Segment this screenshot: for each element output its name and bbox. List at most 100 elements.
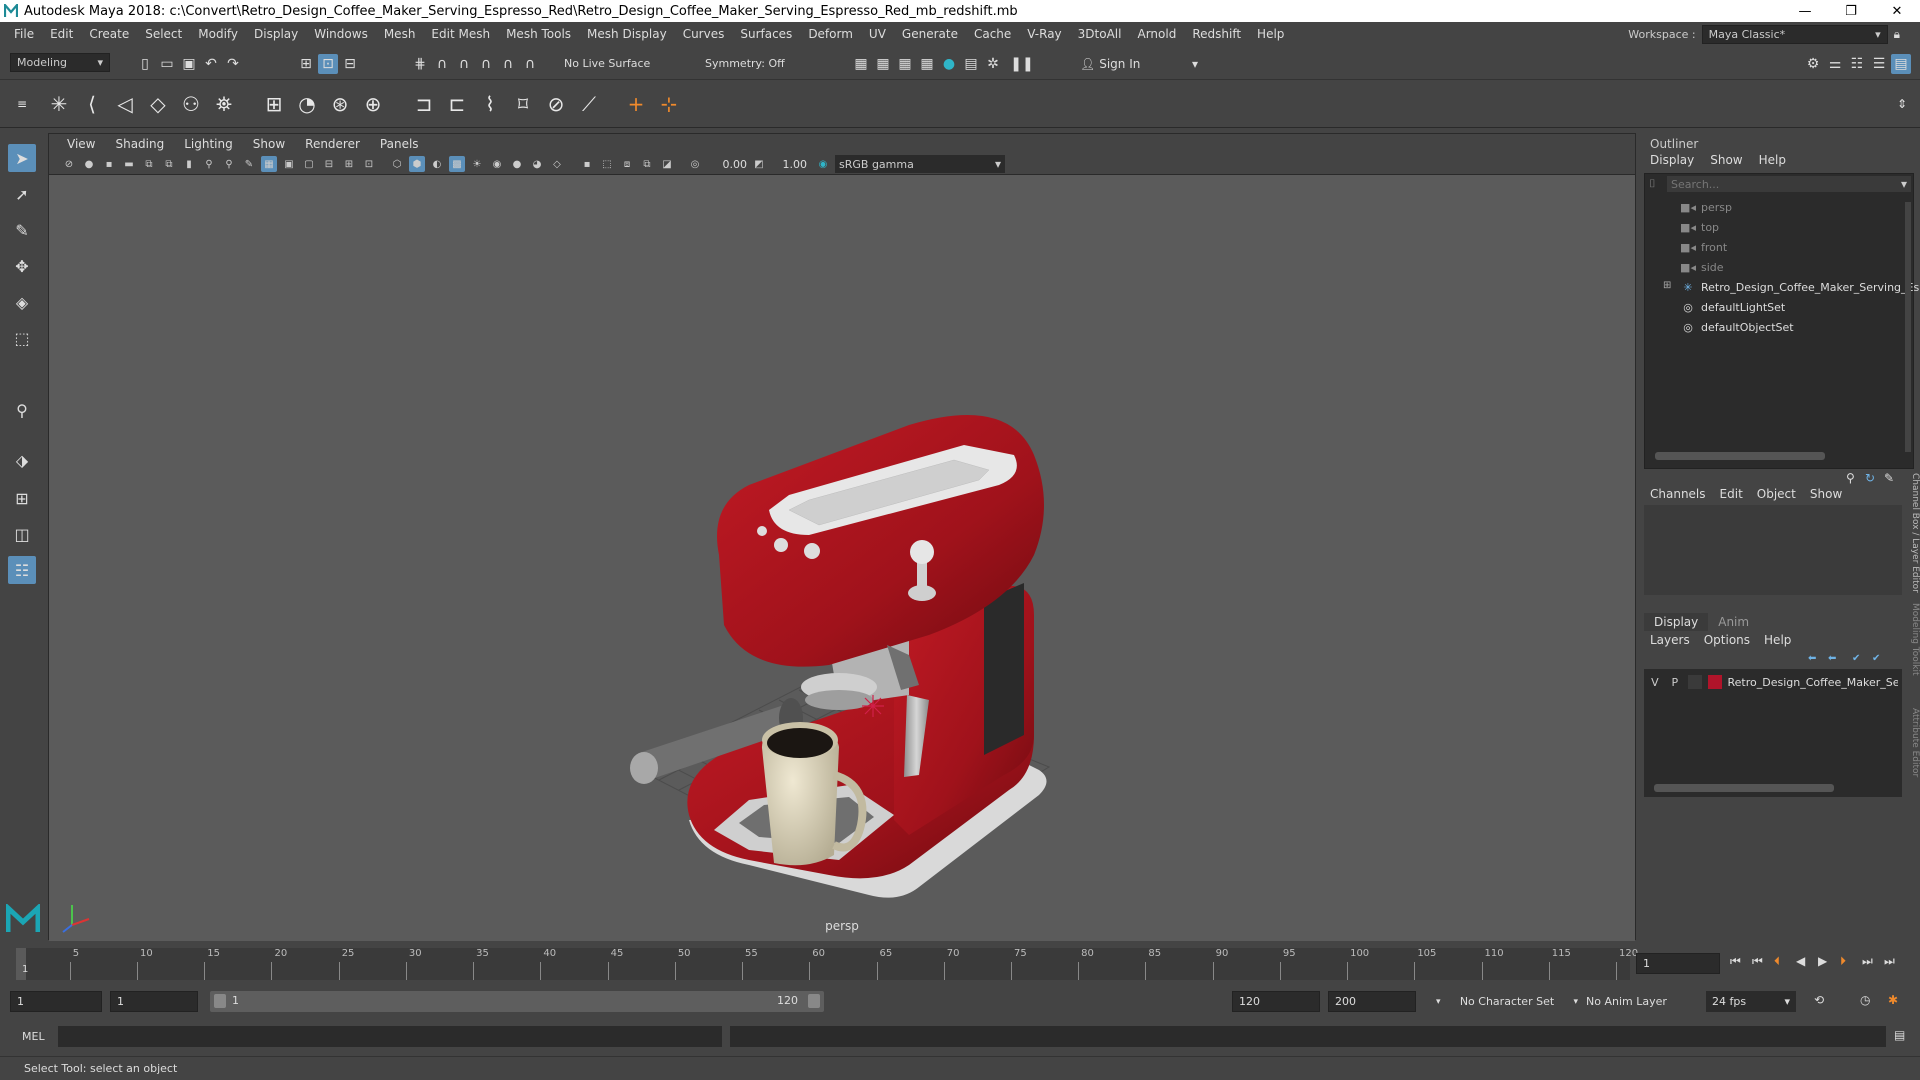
layer-h-scrollbar[interactable]: [1654, 784, 1834, 792]
menu-help[interactable]: Help: [1249, 27, 1292, 41]
menu-edit-mesh[interactable]: Edit Mesh: [423, 27, 498, 41]
select-tool-icon[interactable]: ➤: [8, 144, 36, 172]
snap-view-icon[interactable]: ∩: [476, 54, 496, 74]
exposure-icon[interactable]: ◎: [687, 156, 703, 172]
menu-surfaces[interactable]: Surfaces: [732, 27, 800, 41]
snap-curve-icon[interactable]: ∩: [432, 54, 452, 74]
animation-end-field[interactable]: 200: [1328, 991, 1416, 1012]
range-end-handle[interactable]: [808, 994, 820, 1008]
minimize-button[interactable]: —: [1782, 0, 1828, 22]
tool-settings-toggle-icon[interactable]: ☷: [1847, 54, 1867, 74]
step-forward-key-icon[interactable]: ⏭: [1862, 954, 1873, 969]
viewport-menu-shading[interactable]: Shading: [105, 137, 174, 151]
cylindrical-map-icon[interactable]: ⌇: [476, 90, 504, 118]
spherical-map-icon[interactable]: ⌑: [509, 90, 537, 118]
mode-dropdown[interactable]: Modeling ▾: [10, 53, 110, 72]
uv-editor-icon[interactable]: ⊐: [410, 90, 438, 118]
select-object-icon[interactable]: ⊡: [318, 54, 338, 74]
snap-point-icon[interactable]: ∩: [454, 54, 474, 74]
shadows-icon[interactable]: ⊡: [361, 156, 377, 172]
snap-pivot-icon[interactable]: ∩: [520, 54, 540, 74]
gamma-icon[interactable]: ◩: [751, 156, 767, 172]
channel-menu-edit[interactable]: Edit: [1720, 487, 1743, 501]
freeze-transform-icon[interactable]: ⊹: [655, 90, 683, 118]
channel-refresh-icon[interactable]: ↻: [1865, 471, 1875, 485]
save-scene-icon[interactable]: ▣: [179, 54, 199, 74]
shelf-scroll-icon[interactable]: ⇕: [1888, 90, 1916, 118]
menu-vray[interactable]: V-Ray: [1019, 27, 1069, 41]
ssao-toggle-icon[interactable]: ▪: [579, 156, 595, 172]
undo-icon[interactable]: ↶: [201, 54, 221, 74]
outliner-layout-icon[interactable]: ☷: [8, 556, 36, 584]
menu-curves[interactable]: Curves: [675, 27, 733, 41]
outliner-item[interactable]: ■◂ front: [1680, 238, 1727, 256]
two-view-icon[interactable]: ◫: [8, 520, 36, 548]
render-view-icon[interactable]: ▤: [961, 54, 981, 74]
side-tab-modeling-toolkit[interactable]: Modeling Toolkit: [1906, 603, 1920, 693]
viewport-menu-panels[interactable]: Panels: [370, 137, 429, 151]
menu-mesh-tools[interactable]: Mesh Tools: [498, 27, 579, 41]
attribute-editor-toggle-icon[interactable]: ⚌: [1825, 54, 1845, 74]
outliner-v-scrollbar[interactable]: [1905, 202, 1911, 452]
smooth-icon[interactable]: ⊞: [260, 90, 288, 118]
outliner-search-input[interactable]: [1671, 177, 1871, 191]
menu-mesh[interactable]: Mesh: [376, 27, 424, 41]
viewport-menu-view[interactable]: View: [57, 137, 105, 151]
redshift-render-icon[interactable]: ✲: [983, 54, 1003, 74]
screen-space-ao-icon[interactable]: ☀: [469, 156, 485, 172]
two-d-pan-icon[interactable]: ⧉: [141, 156, 157, 172]
play-forwards-icon[interactable]: ▶: [1818, 954, 1827, 968]
range-start-handle[interactable]: [214, 994, 226, 1008]
modeling-toolkit-toggle-icon[interactable]: ⚙: [1803, 54, 1823, 74]
layers-menu-help[interactable]: Help: [1764, 633, 1791, 647]
resolution-gate-icon[interactable]: ⚲: [221, 156, 237, 172]
workspace-dropdown[interactable]: Maya Classic* ▾: [1701, 24, 1888, 44]
menu-mesh-display[interactable]: Mesh Display: [579, 27, 675, 41]
combine-icon[interactable]: ◔: [293, 90, 321, 118]
layers-tab-display[interactable]: Display: [1644, 613, 1709, 631]
menu-windows[interactable]: Windows: [306, 27, 376, 41]
frame-selected-icon[interactable]: ⧉: [639, 156, 655, 172]
sign-in-dropdown[interactable]: 👤︎ Sign In ▾: [1080, 54, 1198, 73]
isolate-select-icon[interactable]: ⬡: [389, 156, 405, 172]
move-layer-up-icon[interactable]: ⬅: [1808, 653, 1816, 664]
layers-menu-layers[interactable]: Layers: [1650, 633, 1690, 647]
go-to-start-icon[interactable]: ⏮: [1730, 954, 1741, 969]
use-all-lights-icon[interactable]: ⊞: [341, 156, 357, 172]
render-sequence-icon[interactable]: ▦: [873, 54, 893, 74]
menu-create[interactable]: Create: [81, 27, 137, 41]
smooth-shade-icon[interactable]: ▣: [281, 156, 297, 172]
grid-toggle-icon[interactable]: ▮: [181, 156, 197, 172]
cut-uv-icon[interactable]: ⟋: [575, 90, 603, 118]
grease-pencil-icon[interactable]: ⧉: [161, 156, 177, 172]
new-layer-icon[interactable]: ✔: [1852, 653, 1860, 664]
playback-end-field[interactable]: 120: [1232, 991, 1320, 1012]
xray-components-icon[interactable]: ▩: [449, 156, 465, 172]
new-layer-selected-icon[interactable]: ✔: [1872, 653, 1880, 664]
layer-playback-toggle[interactable]: P: [1668, 676, 1682, 689]
expand-icon[interactable]: ⊞: [1663, 280, 1671, 291]
loop-icon[interactable]: ⟲: [1814, 993, 1824, 1007]
bevel-icon[interactable]: ◁: [111, 90, 139, 118]
menu-generate[interactable]: Generate: [894, 27, 966, 41]
exposure-field[interactable]: 0.00: [707, 156, 748, 172]
outliner-item[interactable]: ■◂ top: [1680, 218, 1719, 236]
select-component-icon[interactable]: ⊟: [340, 54, 360, 74]
default-material-icon[interactable]: ▢: [301, 156, 317, 172]
render-settings-icon[interactable]: ▦: [917, 54, 937, 74]
menu-redshift[interactable]: Redshift: [1184, 27, 1249, 41]
outliner-item[interactable]: ■◂ side: [1680, 258, 1724, 276]
channel-menu-channels[interactable]: Channels: [1650, 487, 1706, 501]
camera-attributes-icon[interactable]: ●: [81, 156, 97, 172]
script-language-toggle[interactable]: MEL: [22, 1030, 45, 1043]
separate-icon[interactable]: ⊛: [326, 90, 354, 118]
layer-color-swatch[interactable]: [1707, 675, 1722, 689]
open-scene-icon[interactable]: ▭: [157, 54, 177, 74]
extrude-icon[interactable]: ⚇: [177, 90, 205, 118]
menu-modify[interactable]: Modify: [190, 27, 246, 41]
play-backwards-icon[interactable]: ◀: [1796, 954, 1805, 968]
image-plane-icon[interactable]: ▬: [121, 156, 137, 172]
new-scene-icon[interactable]: ▯: [135, 54, 155, 74]
menu-edit[interactable]: Edit: [42, 27, 81, 41]
fps-dropdown[interactable]: 24 fps ▾: [1706, 991, 1796, 1012]
